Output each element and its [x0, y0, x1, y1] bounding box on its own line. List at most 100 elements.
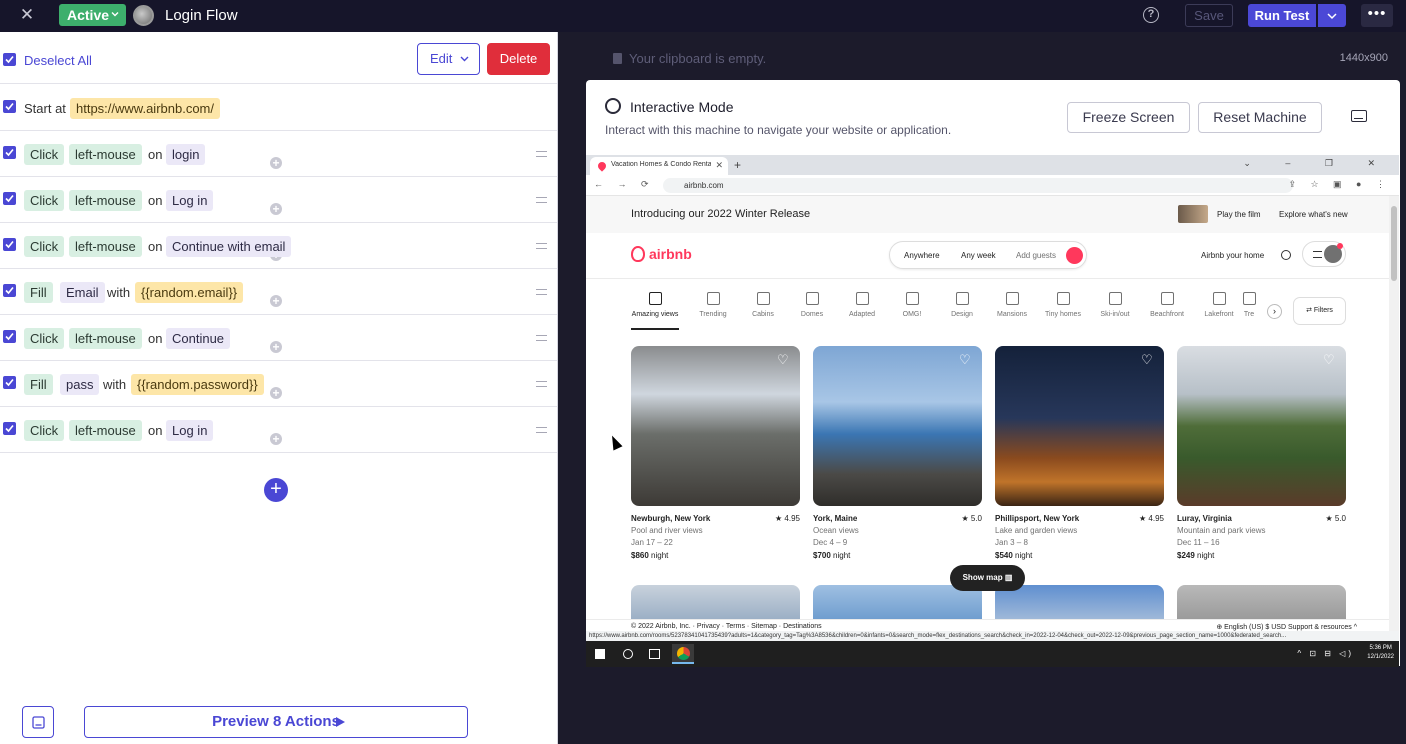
save-button[interactable]: Save: [1185, 4, 1233, 27]
page-scrollbar[interactable]: [1389, 196, 1399, 633]
category-item[interactable]: Domes: [786, 292, 838, 318]
step-checkbox[interactable]: [3, 284, 16, 297]
step-action-chip[interactable]: Fill: [24, 282, 53, 303]
drag-handle-icon[interactable]: [536, 289, 547, 295]
more-options-button[interactable]: •••: [1361, 4, 1393, 27]
run-test-button[interactable]: Run Test: [1248, 4, 1316, 27]
step-action-chip[interactable]: Click: [24, 328, 65, 349]
host-link[interactable]: Airbnb your home: [1201, 251, 1264, 260]
flow-title[interactable]: Login Flow: [165, 7, 238, 24]
step-target-chip[interactable]: Log in: [166, 190, 214, 211]
step-button-chip[interactable]: left-mouse: [69, 420, 142, 441]
browser-tab[interactable]: Vacation Homes & Condo Rentals ✕: [590, 157, 728, 175]
listing-photo[interactable]: [631, 346, 800, 506]
category-item[interactable]: Cabins: [737, 292, 789, 318]
airbnb-logo-icon[interactable]: [631, 246, 645, 262]
footer-links[interactable]: © 2022 Airbnb, Inc. · Privacy · Terms · …: [631, 623, 822, 630]
step-button-chip[interactable]: left-mouse: [69, 144, 142, 165]
add-step-button[interactable]: +: [264, 478, 288, 502]
step-checkbox[interactable]: [3, 100, 16, 113]
category-item[interactable]: Design: [936, 292, 988, 318]
reset-machine-button[interactable]: Reset Machine: [1198, 102, 1322, 133]
drag-handle-icon[interactable]: [536, 381, 547, 387]
scrollbar-thumb[interactable]: [1391, 206, 1397, 281]
heart-icon[interactable]: ♡: [1141, 353, 1155, 366]
step-row[interactable]: Click left-mouse on Continue: [0, 315, 557, 361]
step-row[interactable]: Click left-mouse on Log in: [0, 407, 557, 453]
select-all-checkbox[interactable]: [3, 53, 16, 66]
step-button-chip[interactable]: left-mouse: [69, 190, 142, 211]
new-tab-icon[interactable]: +: [734, 158, 741, 172]
search-anywhere[interactable]: Anywhere: [904, 251, 940, 260]
system-tray-icons[interactable]: ^ ⊡ ⊟ ◁): [1297, 649, 1354, 658]
category-item[interactable]: Ski-in/out: [1089, 292, 1141, 318]
explore-link[interactable]: Explore what's new: [1279, 210, 1348, 219]
drag-handle-icon[interactable]: [536, 243, 547, 249]
category-item[interactable]: OMG!: [886, 292, 938, 318]
category-item[interactable]: Beachfront: [1141, 292, 1193, 318]
category-item[interactable]: Adapted: [836, 292, 888, 318]
drag-handle-icon[interactable]: [536, 335, 547, 341]
step-row[interactable]: Fill Email with {{random.email}}: [0, 269, 557, 315]
step-target-chip[interactable]: Email: [60, 282, 105, 303]
chevron-right-icon[interactable]: ›: [1267, 304, 1282, 319]
search-add-guests[interactable]: Add guests: [1016, 251, 1056, 260]
taskbar-clock[interactable]: 5:36 PM 12/1/2022: [1367, 644, 1394, 662]
step-target-chip[interactable]: login: [166, 144, 206, 165]
search-icon[interactable]: [1066, 247, 1083, 264]
category-item[interactable]: Tre: [1236, 292, 1262, 318]
heart-icon[interactable]: ♡: [777, 353, 791, 366]
heart-icon[interactable]: ♡: [959, 353, 973, 366]
step-action-chip[interactable]: Fill: [24, 374, 53, 395]
drag-handle-icon[interactable]: [536, 427, 547, 433]
step-action-chip[interactable]: Click: [24, 190, 65, 211]
step-checkbox[interactable]: [3, 238, 16, 251]
step-row[interactable]: Fill pass with {{random.password}}: [0, 361, 557, 407]
taskbar-search-icon[interactable]: [623, 649, 633, 659]
window-controls[interactable]: ⌄ – ❐ ✕: [1243, 158, 1391, 169]
drag-handle-icon[interactable]: [536, 197, 547, 203]
step-checkbox[interactable]: [3, 376, 16, 389]
browser-toolbar-icons[interactable]: ⇪ ☆ ▣ ● ⋮: [1288, 179, 1391, 190]
category-item[interactable]: Mansions: [986, 292, 1038, 318]
step-row[interactable]: Click left-mouse on Log in: [0, 177, 557, 223]
step-checkbox[interactable]: [3, 192, 16, 205]
step-action-chip[interactable]: Click: [24, 236, 65, 257]
airbnb-logo-text[interactable]: airbnb: [649, 246, 692, 262]
airbnb-search-bar[interactable]: Anywhere Any week Add guests: [889, 241, 1087, 269]
listing-photo[interactable]: [1177, 346, 1346, 506]
step-value-chip[interactable]: {{random.password}}: [131, 374, 264, 395]
step-action-chip[interactable]: Click: [24, 420, 65, 441]
search-any-week[interactable]: Any week: [961, 251, 996, 260]
step-checkbox[interactable]: [3, 330, 16, 343]
preview-actions-button[interactable]: Preview 8 Actions: [84, 706, 468, 738]
user-menu-button[interactable]: [1302, 241, 1346, 267]
show-map-button[interactable]: Show map ▥: [950, 565, 1025, 591]
footer-settings[interactable]: ⊕ English (US) $ USD Support & resources…: [1216, 623, 1357, 631]
step-row[interactable]: Start at https://www.airbnb.com/: [0, 85, 557, 131]
tab-close-icon[interactable]: ✕: [715, 160, 723, 171]
keyboard-icon[interactable]: [1351, 110, 1367, 122]
close-icon[interactable]: ✕: [18, 6, 36, 24]
category-item[interactable]: Tiny homes: [1037, 292, 1089, 318]
run-options-button[interactable]: [1318, 4, 1346, 27]
category-item[interactable]: Amazing views: [629, 292, 681, 330]
play-film-link[interactable]: Play the film: [1217, 210, 1261, 219]
step-value-chip[interactable]: {{random.email}}: [135, 282, 244, 303]
url-input[interactable]: airbnb.com: [663, 178, 1293, 193]
step-action-chip[interactable]: Click: [24, 144, 65, 165]
step-row[interactable]: Click left-mouse on login: [0, 131, 557, 177]
step-button-chip[interactable]: left-mouse: [69, 328, 142, 349]
filters-button[interactable]: ⇄ Filters: [1293, 297, 1346, 325]
chrome-taskbar-button[interactable]: [672, 644, 694, 664]
windows-start-icon[interactable]: [595, 649, 605, 659]
help-icon[interactable]: ?: [1143, 7, 1159, 23]
step-url-chip[interactable]: https://www.airbnb.com/: [70, 98, 220, 119]
category-item[interactable]: Trending: [687, 292, 739, 318]
listing-photo[interactable]: [995, 346, 1164, 506]
drag-handle-icon[interactable]: [536, 151, 547, 157]
step-row[interactable]: Click left-mouse on Continue with email: [0, 223, 557, 269]
step-target-chip[interactable]: Continue: [166, 328, 231, 349]
listing-photo[interactable]: [813, 346, 982, 506]
heart-icon[interactable]: ♡: [1323, 353, 1337, 366]
